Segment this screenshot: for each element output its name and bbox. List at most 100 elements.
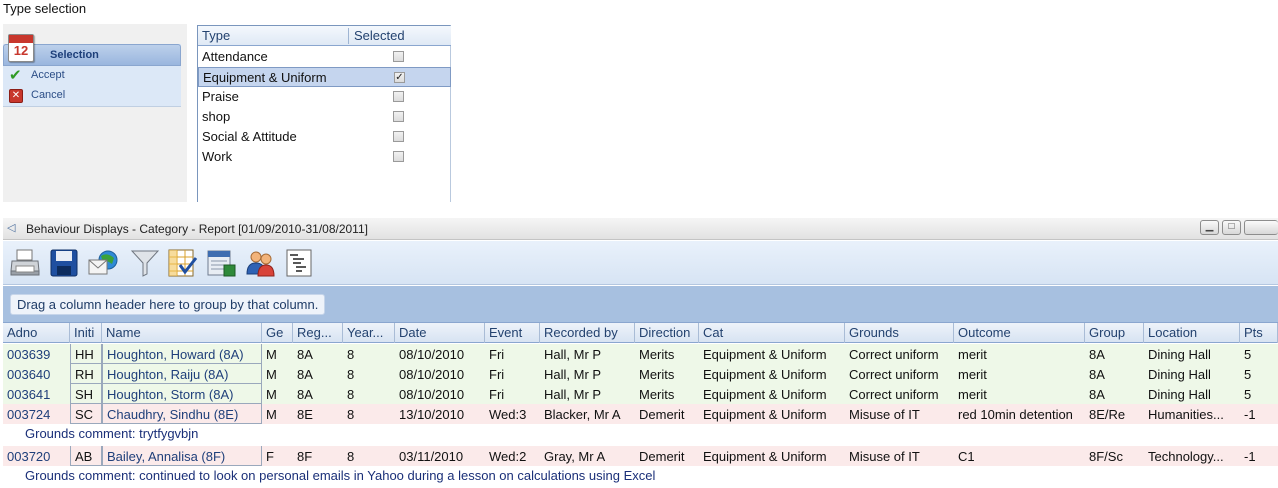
cell-name[interactable]: Chaudhry, Sindhu (8E): [102, 404, 262, 424]
cell-name[interactable]: Houghton, Raiju (8A): [102, 364, 262, 384]
cell-year: 8: [347, 407, 355, 422]
cell-recorded-by: Gray, Mr A: [544, 449, 606, 464]
type-name: Social & Attitude: [202, 129, 297, 144]
table-row[interactable]: 003641 SH Houghton, Storm (8A) M 8A 8 08/10/20…: [3, 384, 1278, 404]
checkbox[interactable]: [393, 111, 404, 122]
maximize-icon[interactable]: □: [1222, 220, 1241, 235]
type-row[interactable]: Praise: [198, 87, 451, 107]
save-icon[interactable]: [48, 247, 80, 279]
column-header-cat[interactable]: Cat: [699, 323, 845, 343]
minimize-icon[interactable]: ▁: [1200, 220, 1219, 235]
toolbar: [3, 241, 1278, 285]
cell-reg: 8E: [297, 407, 313, 422]
cell-adno[interactable]: 003720: [3, 446, 70, 466]
column-header-adno[interactable]: Adno: [3, 323, 70, 343]
column-header-group[interactable]: Group: [1085, 323, 1144, 343]
cell-location: Humanities...: [1148, 407, 1224, 422]
cell-initials: AB: [70, 446, 102, 466]
column-header-initials[interactable]: Initi: [70, 323, 102, 343]
cell-name[interactable]: Houghton, Storm (8A): [102, 384, 262, 404]
column-header-type[interactable]: Type: [202, 28, 230, 43]
column-header-event[interactable]: Event: [485, 323, 540, 343]
cell-outcome: red 10min detention: [958, 407, 1073, 422]
table-row[interactable]: 003724 SC Chaudhry, Sindhu (8E) M 8E 8 13/10/2…: [3, 404, 1278, 424]
checkbox-checked[interactable]: ✓: [394, 72, 405, 83]
cell-outcome: merit: [958, 347, 987, 362]
cell-adno[interactable]: 003640: [3, 364, 70, 384]
cell-direction: Demerit: [639, 449, 685, 464]
filter-icon[interactable]: [129, 247, 161, 279]
column-header-name[interactable]: Name: [102, 323, 262, 343]
column-header-pts[interactable]: Pts: [1240, 323, 1278, 343]
cell-date: 08/10/2010: [399, 347, 465, 362]
type-row[interactable]: Equipment & Uniform ✓: [198, 67, 451, 87]
cell-pts: -1: [1244, 407, 1256, 422]
cell-reg: 8A: [297, 367, 313, 382]
checkbox[interactable]: [393, 151, 404, 162]
type-name: Praise: [202, 89, 239, 104]
column-header-location[interactable]: Location: [1144, 323, 1240, 343]
cell-grounds: Misuse of IT: [849, 449, 920, 464]
cell-date: 08/10/2010: [399, 367, 465, 382]
close-icon: ✕: [9, 89, 23, 103]
cell-direction: Merits: [639, 347, 675, 362]
table-row[interactable]: 003640 RH Houghton, Raiju (8A) M 8A 8 08/10/20…: [3, 364, 1278, 384]
type-name: Attendance: [202, 49, 268, 64]
column-header-outcome[interactable]: Outcome: [954, 323, 1085, 343]
table-row[interactable]: 003639 HH Houghton, Howard (8A) M 8A 8 08/10/2…: [3, 344, 1278, 364]
grounds-comment: Grounds comment: trytfygvbjn: [25, 426, 199, 441]
cell-grounds: Misuse of IT: [849, 407, 920, 422]
type-row[interactable]: Social & Attitude: [198, 127, 451, 147]
type-row[interactable]: Attendance: [198, 47, 451, 67]
print-icon[interactable]: [9, 247, 41, 279]
cell-name[interactable]: Houghton, Howard (8A): [102, 344, 262, 364]
close-window-icon[interactable]: [1244, 220, 1278, 235]
cell-cat: Equipment & Uniform: [703, 387, 827, 402]
cell-year: 8: [347, 347, 355, 362]
cell-initials: HH: [70, 344, 102, 364]
check-icon: ✔: [9, 67, 22, 84]
cell-location: Dining Hall: [1148, 347, 1211, 362]
column-header-recorded-by[interactable]: Recorded by: [540, 323, 635, 343]
cell-grounds: Correct uniform: [849, 387, 939, 402]
cell-year: 8: [347, 367, 355, 382]
checkbox[interactable]: [393, 131, 404, 142]
window-app-icon: ◁: [7, 222, 16, 234]
column-header-direction[interactable]: Direction: [635, 323, 699, 343]
cell-cat: Equipment & Uniform: [703, 449, 827, 464]
cell-gender: M: [266, 347, 277, 362]
cell-location: Dining Hall: [1148, 367, 1211, 382]
group-by-area[interactable]: Drag a column header here to group by th…: [3, 286, 1278, 323]
checkbox[interactable]: [393, 51, 404, 62]
table-row[interactable]: 003720 AB Bailey, Annalisa (8F) F 8F 8 03/11/2…: [3, 446, 1278, 466]
cell-reg: 8F: [297, 449, 313, 464]
column-header-year[interactable]: Year...: [343, 323, 395, 343]
cell-name[interactable]: Bailey, Annalisa (8F): [102, 446, 262, 466]
column-header-selected[interactable]: Selected: [354, 28, 405, 43]
column-header-reg[interactable]: Reg...: [293, 323, 343, 343]
report-window: ◁ Behaviour Displays - Category - Report…: [3, 218, 1278, 488]
group-by-hint: Drag a column header here to group by th…: [10, 294, 326, 315]
cell-initials: SH: [70, 384, 102, 404]
cell-event: Wed:2: [489, 449, 527, 464]
type-name: Work: [202, 149, 233, 164]
cell-group: 8A: [1089, 367, 1105, 382]
column-header-grounds[interactable]: Grounds: [845, 323, 954, 343]
cancel-label: Cancel: [31, 89, 66, 101]
cell-adno[interactable]: 003639: [3, 344, 70, 364]
type-row[interactable]: shop: [198, 107, 451, 127]
tree-list-icon[interactable]: [284, 247, 316, 279]
users-icon[interactable]: [244, 247, 276, 279]
cell-gender: F: [266, 449, 274, 464]
email-icon[interactable]: [87, 247, 119, 279]
column-header-gender[interactable]: Ge: [262, 323, 293, 343]
cell-adno[interactable]: 003724: [3, 404, 70, 424]
cell-adno[interactable]: 003641: [3, 384, 70, 404]
checkbox[interactable]: [393, 91, 404, 102]
cell-cat: Equipment & Uniform: [703, 407, 827, 422]
grid-check-icon[interactable]: [166, 247, 198, 279]
type-row[interactable]: Work: [198, 147, 451, 167]
database-icon[interactable]: [205, 247, 237, 279]
column-header-date[interactable]: Date: [395, 323, 485, 343]
type-name: Equipment & Uniform: [203, 70, 327, 85]
